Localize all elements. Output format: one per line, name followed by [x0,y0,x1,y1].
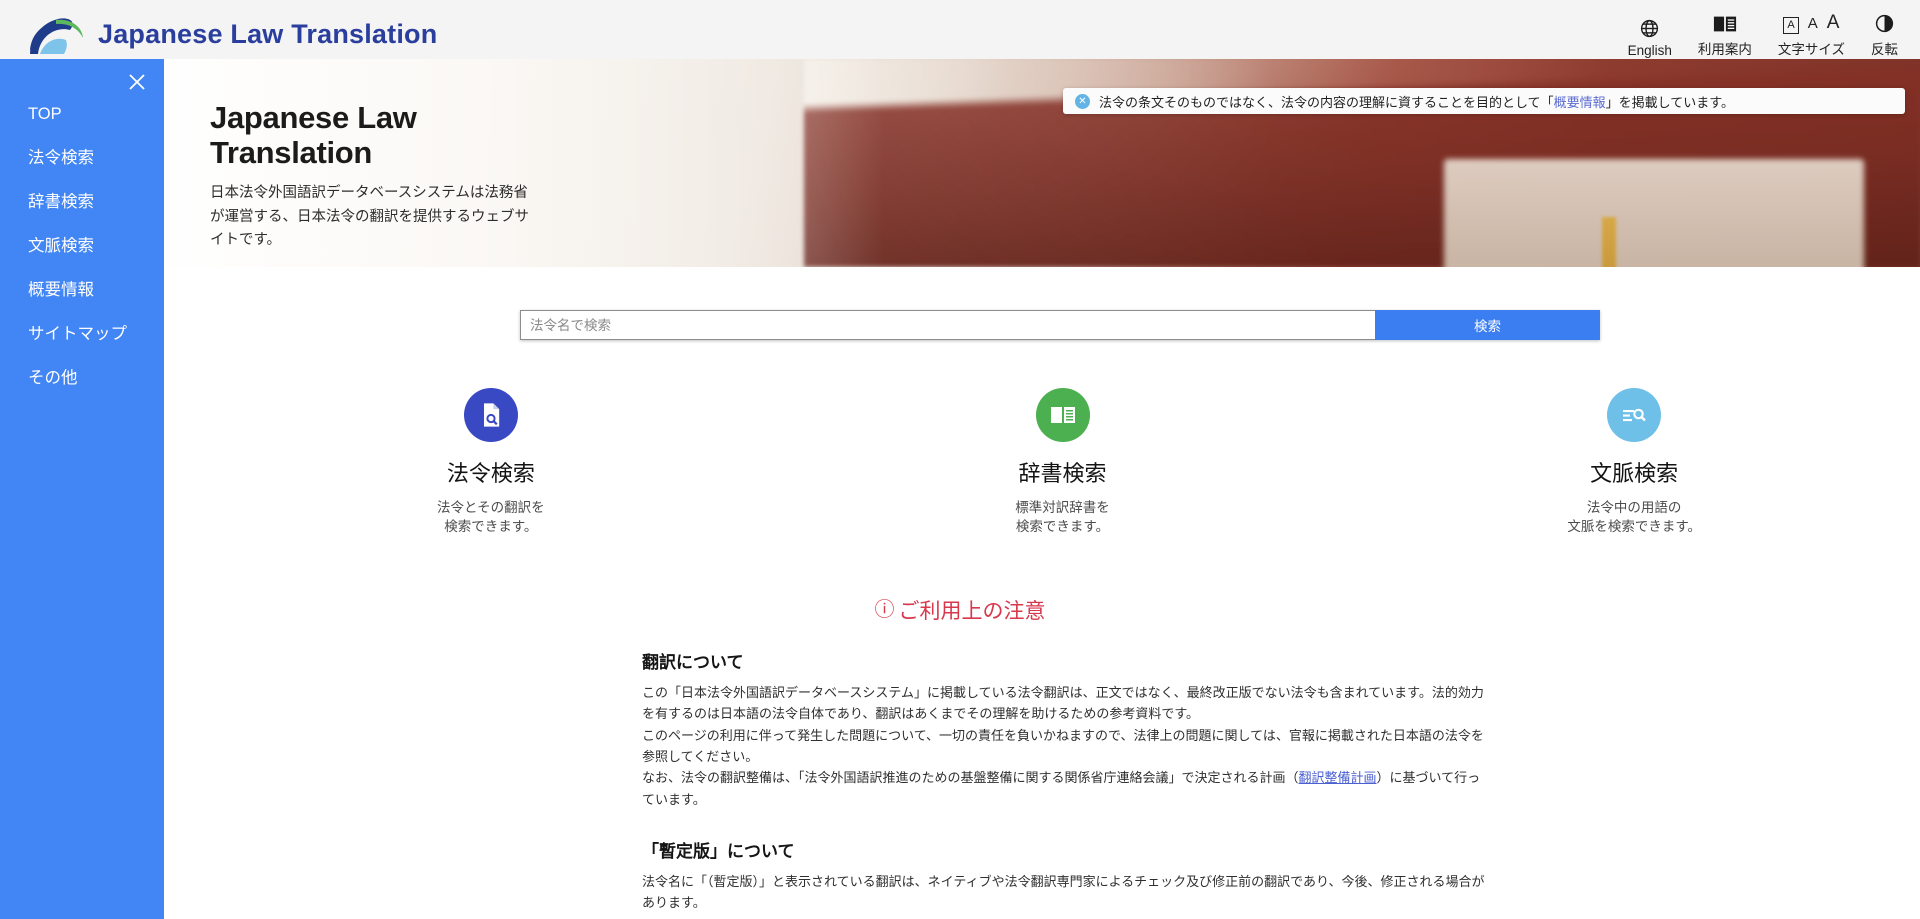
notice-heading: ⓘ ご利用上の注意 [0,595,1920,625]
sidebar-item-top[interactable]: TOP [0,97,164,131]
feature-card-law-search-title: 法令検索 [446,461,535,486]
exclamation-circle-icon: ⓘ [874,599,895,621]
arch-logo-icon [26,16,84,54]
language-toggle[interactable]: English [1628,17,1672,58]
open-book-icon [1713,12,1737,36]
sidebar-item-law-search[interactable]: 法令検索 [0,141,164,175]
section-paragraph-1: 法令名に「（暫定版）」と表示されている翻訳は、ネイティブや法令翻訳専門家によるチ… [642,873,1485,911]
translation-plan-link[interactable]: 翻訳整備計画 [1299,770,1377,785]
paragraph-3-before: なお、法令の翻訳整備は、「法令外国語訳推進のための基盤整備に関する関係省庁連絡会… [642,770,1299,786]
desc-line-2: 検索できます。 [1015,519,1110,535]
section-paragraph-2: このページの利用に伴って発生した問題について、一切の責任を負いかねますので、法律… [642,727,1484,764]
hero-book-pages-decoration [1444,159,1864,267]
font-size-icon: A A A [1783,12,1839,36]
hero-book-ribbon-decoration [1602,217,1616,267]
contrast-invert-icon [1874,12,1895,36]
feature-card-law-search[interactable]: 法令検索 法令とその翻訳を 検索できます。 [205,388,777,536]
feature-card-context-search[interactable]: 文脈検索 法令中の用語の 文脈を検索できます。 [1348,388,1920,536]
notice-heading-text: ご利用上の注意 [898,600,1046,623]
law-search-bar: 検索 [520,310,1600,340]
globe-icon [1639,17,1660,41]
user-guide-label: 利用案内 [1697,41,1752,57]
desc-line-1: 標準対訳辞書を [1015,500,1110,515]
notice-banner-link[interactable]: 概要情報 [1554,95,1606,110]
font-size-medium[interactable]: A [1808,15,1818,32]
open-book-icon [1035,388,1090,442]
nav-list: TOP 法令検索 辞書検索 文脈検索 概要情報 サイトマップ その他 [0,97,164,395]
section-title: 翻訳について [642,653,744,672]
desc-line-2: 文脈を検索できます。 [1567,519,1701,535]
notice-section-provisional: 「暫定版」について 法令名に「（暫定版）」と表示されている翻訳は、ネイティブや法… [642,837,1492,914]
sidebar-nav: TOP 法令検索 辞書検索 文脈検索 概要情報 サイトマップ その他 [0,59,164,919]
sidebar-item-overview-info[interactable]: 概要情報 [0,273,164,307]
language-toggle-label: English [1627,42,1672,58]
feature-cards: 法令検索 法令とその翻訳を 検索できます。 辞書検索 標準対訳辞書を 検索できま… [205,388,1920,536]
feature-card-dictionary-search-title: 辞書検索 [1018,461,1107,486]
hero-subtitle: 日本法令外国語訳データベースシステムは法務省が運営する、日本法令の翻訳を提供する… [210,185,529,249]
feature-card-dictionary-search[interactable]: 辞書検索 標準対訳辞書を 検索できます。 [777,388,1349,536]
feature-card-law-search-desc: 法令とその翻訳を 検索できます。 [437,498,545,536]
close-circle-icon[interactable]: ✕ [1075,93,1090,109]
page-title: Japanese Law Translation [210,100,417,170]
sidebar-item-context-search[interactable]: 文脈検索 [0,229,164,263]
feature-card-context-search-desc: 法令中の用語の 文脈を検索できます。 [1567,498,1701,536]
desc-line-1: 法令中の用語の [1586,500,1682,515]
notice-banner-text: 法令の条文そのものではなく、法令の内容の理解に資することを目的として「概要情報」… [1099,92,1734,111]
sidebar-item-other[interactable]: その他 [0,361,164,395]
invert-colors-button[interactable]: 反転 [1871,12,1898,58]
hero-copy: Japanese Law Translation 日本法令外国語訳データベースシ… [210,100,540,253]
feature-card-context-search-title: 文脈検索 [1590,461,1679,486]
notice-section-translation: 翻訳について この「日本法令外国語訳データベースシステム」に掲載している法令翻訳… [642,648,1492,810]
notice-banner-text-after: 」を掲載しています。 [1605,94,1734,110]
section-divider-space [642,810,1492,837]
invert-colors-label: 反転 [1871,41,1898,57]
section-title: 「暫定版」について [642,841,795,861]
sidebar-item-sitemap[interactable]: サイトマップ [0,317,164,351]
font-size-large[interactable]: A [1827,12,1840,34]
brand-title: Japanese Law Translation [98,19,438,49]
notice-banner-text-before: 法令の条文そのものではなく、法令の内容の理解に資することを目的として「 [1099,94,1554,110]
font-size-control[interactable]: A A A 文字サイズ [1778,12,1845,58]
desc-line-2: 検索できます。 [444,519,538,535]
font-size-small[interactable]: A [1783,16,1799,34]
section-paragraph-3: なお、法令の翻訳整備は、「法令外国語訳推進のための基盤整備に関する関係省庁連絡会… [642,767,1492,810]
close-icon[interactable] [127,72,147,92]
user-guide-button[interactable]: 利用案内 [1698,12,1752,58]
feature-card-dictionary-search-desc: 標準対訳辞書を 検索できます。 [1015,498,1110,536]
search-button[interactable]: 検索 [1375,310,1600,340]
search-input[interactable] [520,310,1375,340]
notice-banner: ✕ 法令の条文そのものではなく、法令の内容の理解に資することを目的として「概要情… [1063,88,1905,114]
brand-logo[interactable]: Japanese Law Translation [26,16,437,54]
section-paragraph-1: この「日本法令外国語訳データベースシステム」に掲載している法令翻訳は、正文ではな… [642,685,1484,722]
document-search-icon [463,388,518,442]
sidebar-item-dictionary-search[interactable]: 辞書検索 [0,185,164,219]
list-search-icon [1607,388,1662,442]
header-tools: English 利用案内 A A A 文字サイズ 反転 [1628,12,1898,58]
desc-line-1: 法令とその翻訳を [437,500,545,515]
font-size-label: 文字サイズ [1777,41,1845,57]
notice-body: 翻訳について この「日本法令外国語訳データベースシステム」に掲載している法令翻訳… [642,648,1492,914]
